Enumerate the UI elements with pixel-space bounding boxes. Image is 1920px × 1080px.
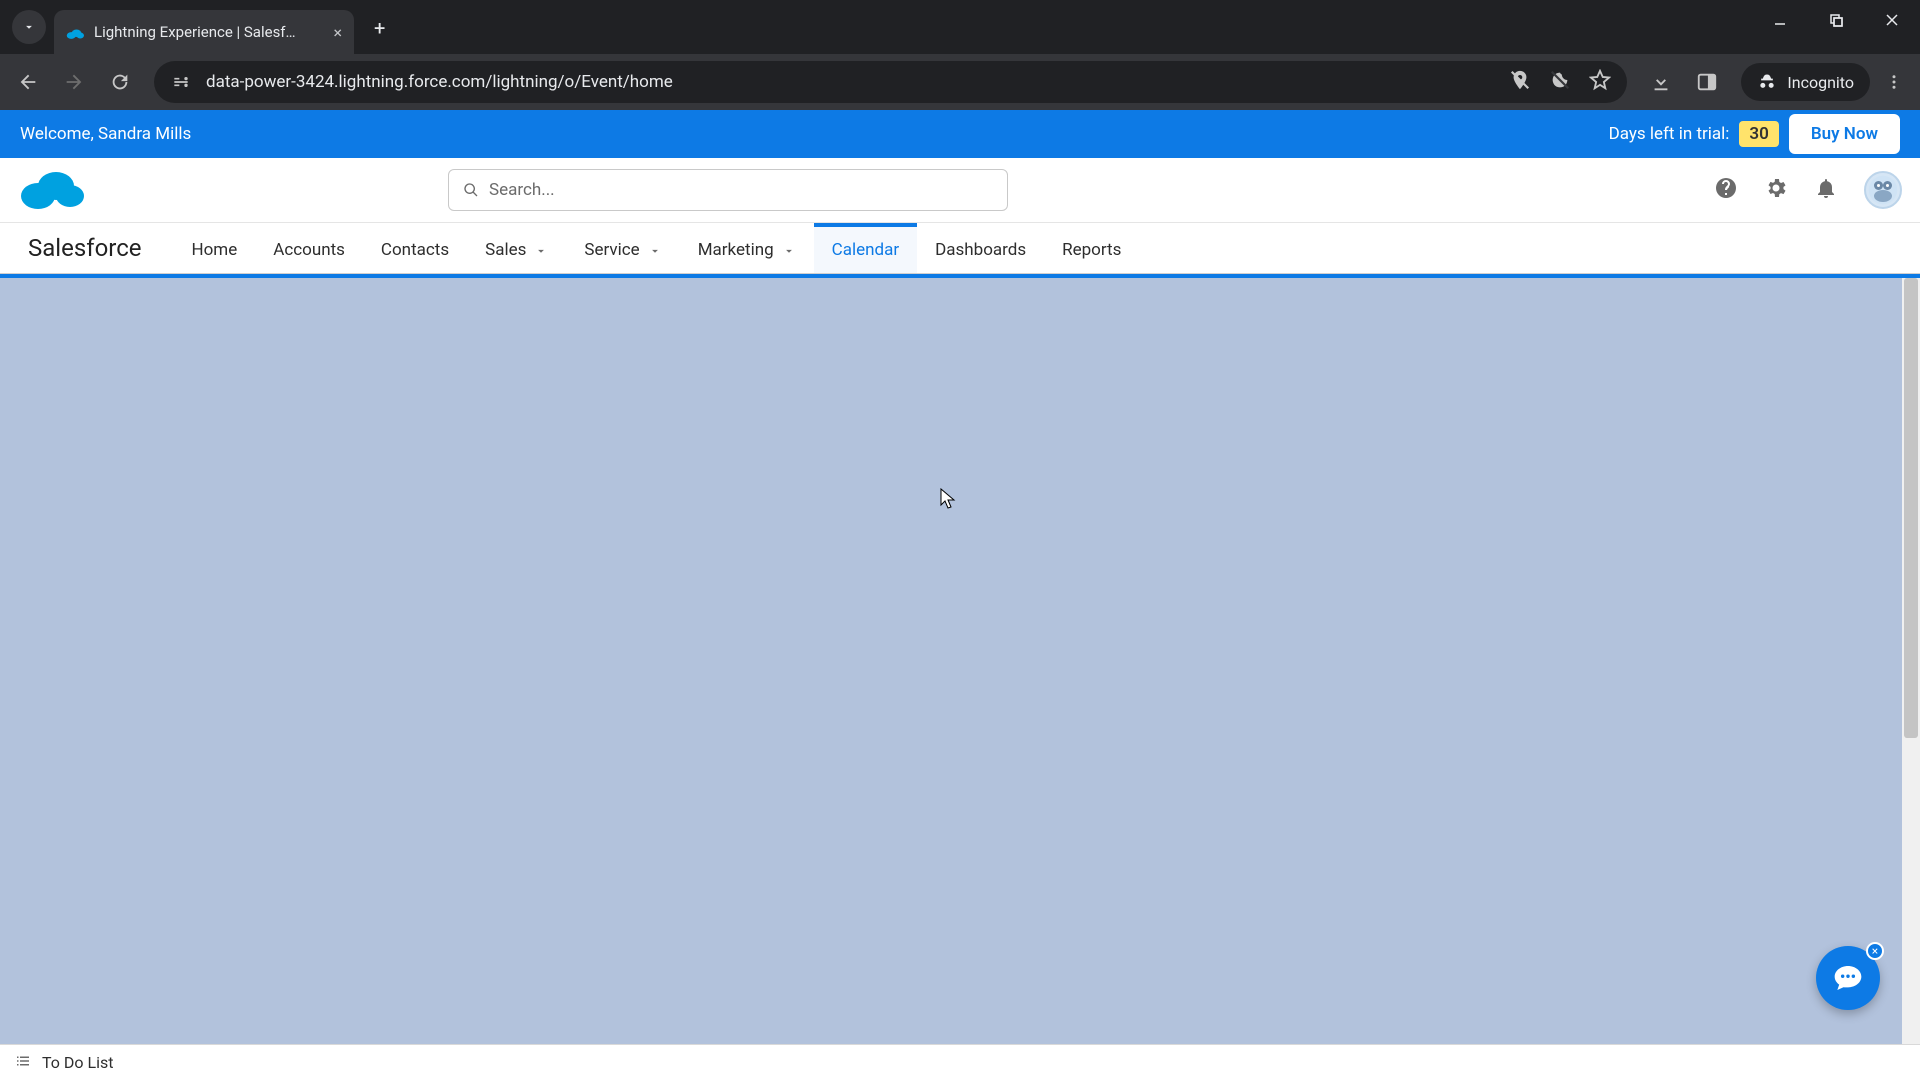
chevron-down-icon[interactable] (648, 243, 662, 257)
incognito-indicator[interactable]: Incognito (1741, 63, 1870, 101)
browser-toolbar: data-power-3424.lightning.force.com/ligh… (0, 54, 1920, 110)
browser-url: data-power-3424.lightning.force.com/ligh… (206, 72, 1495, 92)
mouse-cursor-icon (940, 488, 956, 510)
nav-tab-marketing[interactable]: Marketing (680, 223, 814, 273)
todo-list-icon[interactable] (14, 1052, 32, 1074)
salesforce-logo-icon[interactable] (18, 168, 86, 212)
nav-tab-label: Sales (485, 240, 526, 260)
search-icon (463, 182, 479, 198)
downloads-button[interactable] (1641, 62, 1681, 102)
tab-close-icon[interactable]: × (333, 23, 342, 42)
side-panel-button[interactable] (1687, 62, 1727, 102)
setup-gear-icon[interactable] (1764, 176, 1788, 204)
trial-days-left-value: 30 (1739, 121, 1778, 147)
nav-tab-label: Marketing (698, 240, 774, 260)
window-controls (1752, 0, 1920, 40)
vertical-scrollbar[interactable] (1902, 278, 1920, 1044)
browser-titlebar: Lightning Experience | Salesforc × + (0, 0, 1920, 54)
chevron-down-icon[interactable] (782, 243, 796, 257)
browser-back-button[interactable] (8, 62, 48, 102)
global-header: Search... (0, 158, 1920, 222)
nav-tab-label: Contacts (381, 240, 449, 260)
chat-fab-close-icon[interactable]: × (1866, 942, 1884, 960)
salesforce-favicon-icon (66, 25, 84, 39)
browser-forward-button[interactable] (54, 62, 94, 102)
utility-bar: To Do List (0, 1044, 1920, 1080)
app-nav-bar: Salesforce Home Accounts Contacts Sales Serv… (0, 222, 1920, 274)
help-icon[interactable] (1714, 176, 1738, 204)
nav-tab-label: Dashboards (935, 240, 1026, 260)
browser-reload-button[interactable] (100, 62, 140, 102)
new-tab-button[interactable]: + (374, 16, 385, 40)
global-search-placeholder: Search... (489, 180, 555, 200)
location-blocked-icon[interactable] (1509, 69, 1531, 96)
nav-tab-calendar[interactable]: Calendar (814, 223, 917, 273)
nav-tab-sales[interactable]: Sales (467, 223, 566, 273)
browser-tab[interactable]: Lightning Experience | Salesforc × (54, 10, 354, 54)
window-maximize-button[interactable] (1808, 0, 1864, 40)
trial-banner: Welcome, Sandra Mills Days left in trial… (0, 110, 1920, 158)
bookmark-star-icon[interactable] (1589, 69, 1611, 96)
nav-tab-label: Accounts (273, 240, 345, 260)
user-avatar[interactable] (1864, 171, 1902, 209)
cookies-blocked-icon[interactable] (1549, 69, 1571, 96)
nav-tab-reports[interactable]: Reports (1044, 223, 1139, 273)
app-name: Salesforce (28, 223, 141, 273)
nav-tab-label: Calendar (832, 240, 899, 260)
trial-days-left-label: Days left in trial: (1609, 124, 1730, 144)
nav-tab-dashboards[interactable]: Dashboards (917, 223, 1044, 273)
notifications-bell-icon[interactable] (1814, 176, 1838, 204)
nav-tab-contacts[interactable]: Contacts (363, 223, 467, 273)
nav-tab-label: Service (584, 240, 639, 260)
browser-omnibox[interactable]: data-power-3424.lightning.force.com/ligh… (154, 61, 1627, 103)
incognito-icon (1757, 72, 1777, 92)
nav-tab-service[interactable]: Service (566, 223, 679, 273)
buy-now-button[interactable]: Buy Now (1789, 114, 1900, 154)
tab-search-button[interactable] (12, 10, 46, 44)
incognito-label: Incognito (1787, 73, 1854, 92)
chat-fab-button[interactable]: × (1816, 946, 1880, 1010)
window-minimize-button[interactable] (1752, 0, 1808, 40)
main-canvas: × (0, 278, 1920, 1044)
scrollbar-thumb[interactable] (1904, 278, 1918, 738)
window-close-button[interactable] (1864, 0, 1920, 40)
chevron-down-icon[interactable] (534, 243, 548, 257)
nav-tab-accounts[interactable]: Accounts (255, 223, 363, 273)
browser-menu-button[interactable] (1876, 73, 1912, 91)
site-settings-icon[interactable] (170, 71, 192, 93)
browser-tab-title: Lightning Experience | Salesforc (94, 23, 304, 41)
nav-tab-label: Home (191, 240, 237, 260)
chat-icon (1832, 962, 1864, 994)
nav-tab-label: Reports (1062, 240, 1121, 260)
page-root: Welcome, Sandra Mills Days left in trial… (0, 110, 1920, 1080)
global-search-input[interactable]: Search... (448, 169, 1008, 211)
todo-list-label[interactable]: To Do List (42, 1053, 113, 1072)
nav-tab-home[interactable]: Home (173, 223, 255, 273)
welcome-text: Welcome, Sandra Mills (20, 124, 191, 144)
